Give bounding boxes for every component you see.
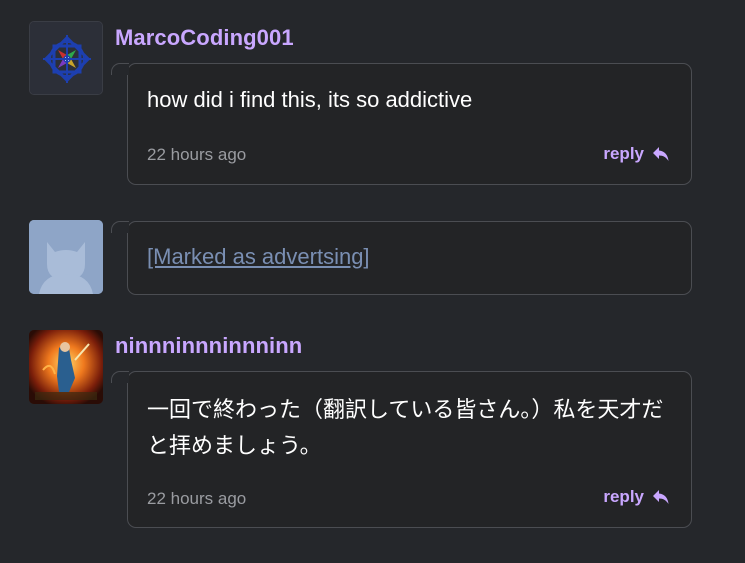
avatar[interactable]	[29, 330, 103, 404]
bubble-notch	[111, 221, 129, 233]
comment-text: how did i find this, its so addictive	[147, 87, 473, 112]
comment-bubble: 一回で終わった（翻訳している皆さん。）私を天才だと拝めましょう。 22 hour…	[111, 371, 692, 528]
marked-as-advertising-link[interactable]: [Marked as advertsing]	[147, 244, 370, 270]
comment-timestamp: 22 hours ago	[147, 145, 247, 164]
comment-list: MarcoCoding001 how did i find this, its …	[0, 0, 745, 563]
reply-button[interactable]: reply	[603, 487, 670, 507]
comment-timestamp: 22 hours ago	[147, 489, 247, 508]
reply-label: reply	[603, 487, 644, 506]
comment-text: 一回で終わった（翻訳している皆さん。）私を天才だと拝めましょう。	[147, 397, 664, 458]
bubble-notch	[111, 371, 129, 383]
avatar[interactable]	[29, 220, 103, 294]
username[interactable]: MarcoCoding001	[115, 25, 294, 51]
reply-arrow-icon	[653, 490, 669, 504]
reply-button[interactable]: reply	[603, 144, 670, 164]
bubble-notch	[111, 63, 129, 75]
cat-silhouette-icon	[29, 220, 103, 294]
comment-bubble: [Marked as advertsing]	[111, 221, 692, 295]
fiery-character-icon	[29, 330, 103, 404]
avatar[interactable]	[29, 21, 103, 95]
compass-rose-icon	[30, 22, 102, 94]
reply-label: reply	[603, 144, 644, 163]
username[interactable]: ninnninnninnninn	[115, 333, 302, 359]
comment-bubble: how did i find this, its so addictive 22…	[111, 63, 692, 185]
reply-arrow-icon	[653, 147, 669, 161]
